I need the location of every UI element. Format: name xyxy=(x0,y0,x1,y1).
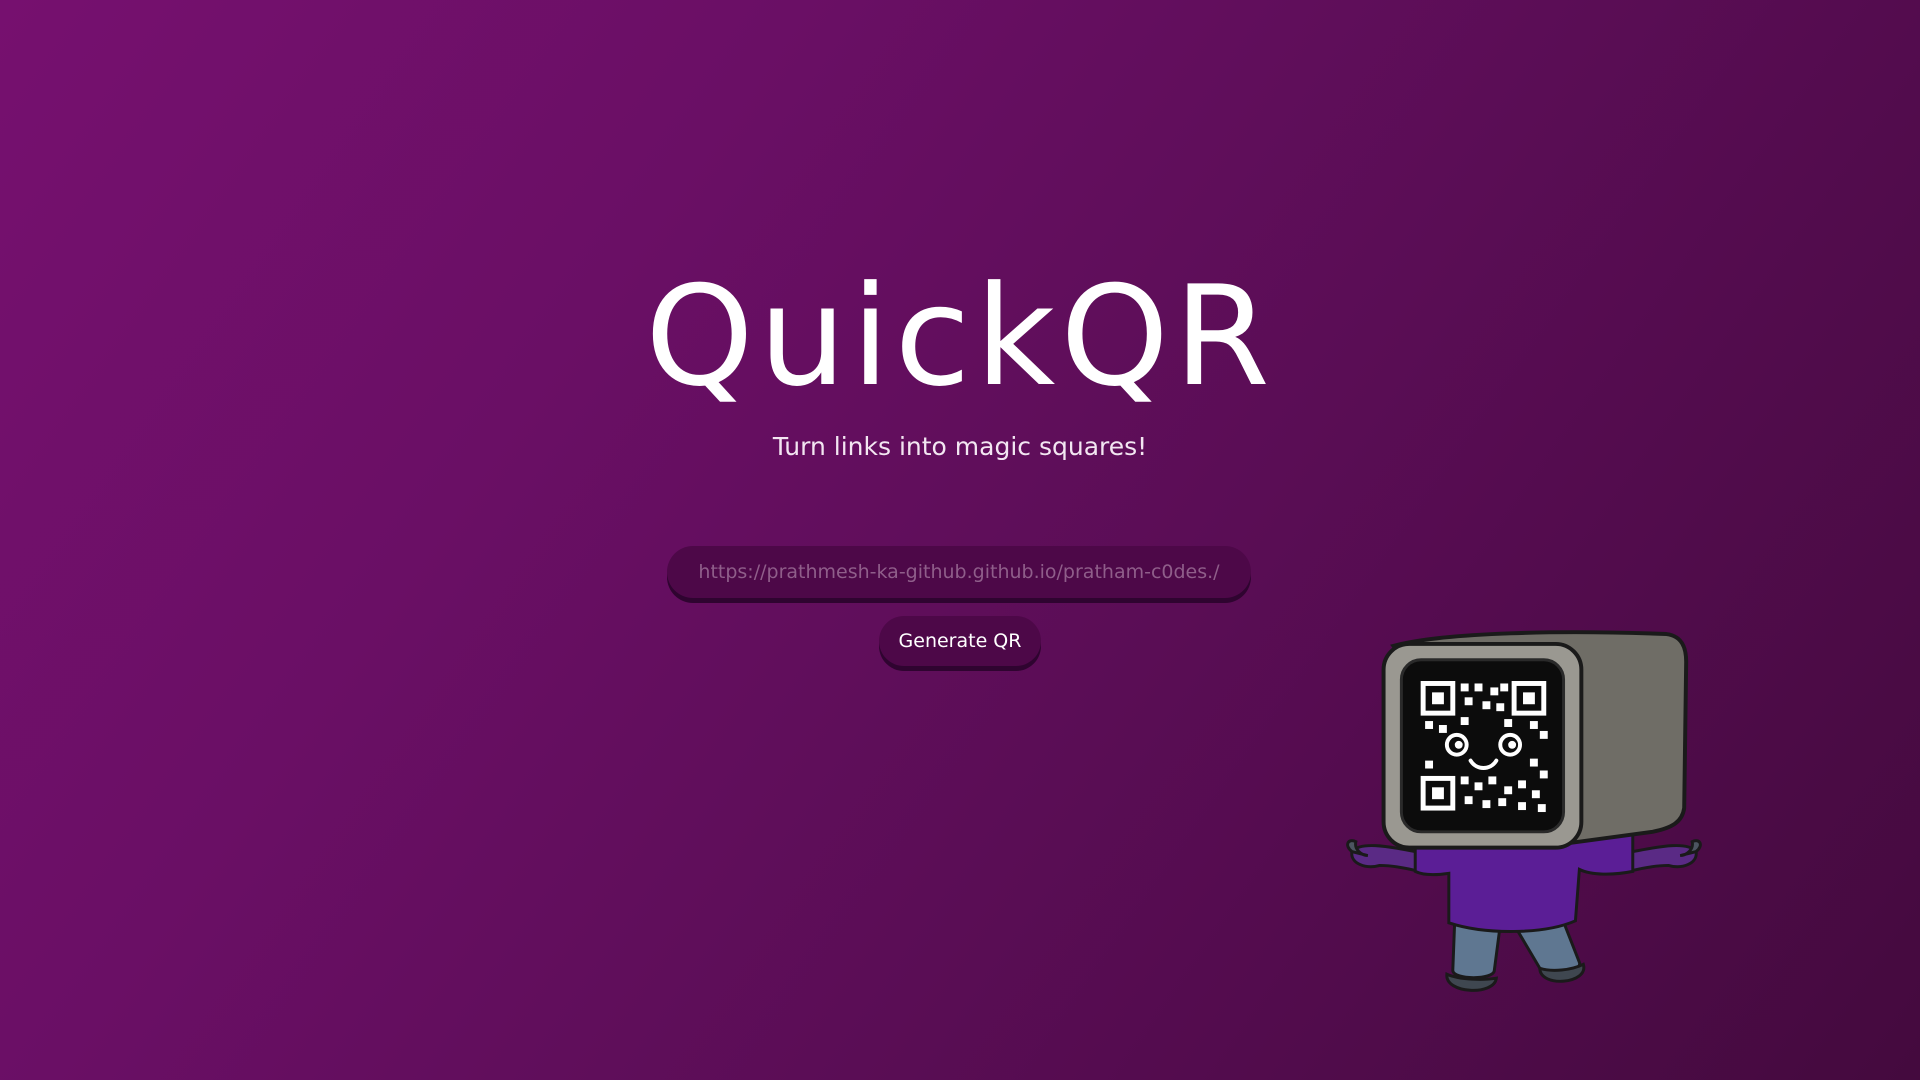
qr-tv-mascot-icon xyxy=(1346,630,1702,992)
page-subtitle: Turn links into magic squares! xyxy=(772,432,1148,461)
hero: QuickQR Turn links into magic squares! xyxy=(0,256,1920,462)
page-title: QuickQR xyxy=(645,256,1275,417)
generate-qr-button[interactable]: Generate QR xyxy=(879,616,1041,666)
url-input[interactable] xyxy=(667,546,1251,598)
